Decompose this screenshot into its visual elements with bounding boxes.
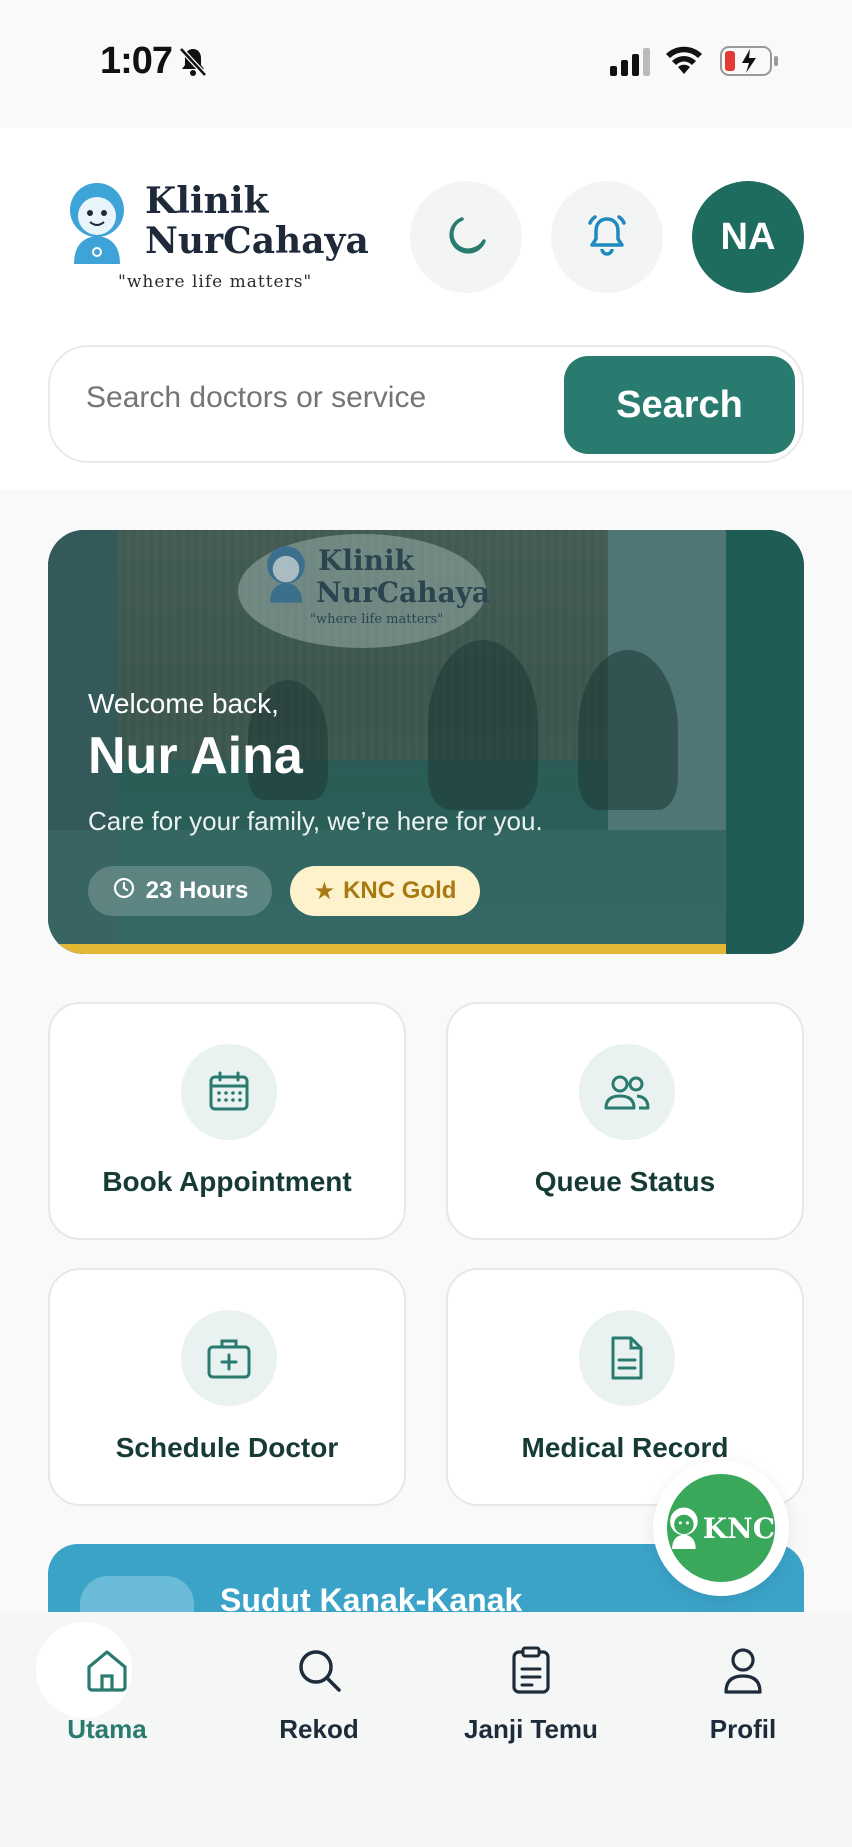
knc-chat-button[interactable]: KNC xyxy=(653,1460,789,1596)
nav-item-janji-temu[interactable]: Janji Temu xyxy=(446,1612,616,1762)
user-avatar[interactable]: NA xyxy=(692,181,804,293)
status-bar: 1:07 xyxy=(0,0,852,120)
nav-item-rekod[interactable]: Rekod xyxy=(234,1612,404,1762)
nav-label: Rekod xyxy=(279,1714,359,1744)
book-appointment-tile[interactable]: Book Appointment xyxy=(48,1002,406,1240)
search-button[interactable]: Search xyxy=(564,356,795,454)
tile-label: Medical Record xyxy=(521,1432,729,1463)
dark-mode-button[interactable] xyxy=(410,181,522,293)
signal-icon xyxy=(610,48,652,81)
users-icon xyxy=(579,1044,675,1140)
logo-name-line2: NurCahaya xyxy=(145,220,369,262)
app-header: Klinik NurCahaya "where life matters" NA… xyxy=(0,128,852,490)
queue-status-tile[interactable]: Queue Status xyxy=(446,1002,804,1240)
logo-tagline: "where life matters" xyxy=(118,272,313,292)
nav-item-profil[interactable]: Profil xyxy=(658,1612,828,1762)
star-icon: ★ xyxy=(313,877,336,905)
user-icon xyxy=(722,1642,764,1698)
calendar-icon xyxy=(181,1044,277,1140)
hours-text: 23 Hours xyxy=(145,877,249,904)
clock-icon xyxy=(112,876,136,907)
nav-item-utama[interactable]: Utama xyxy=(22,1612,192,1762)
welcome-banner: Klinik NurCahaya "where life matters" We… xyxy=(48,530,804,954)
hero-accent-bar xyxy=(48,944,726,954)
logo-name-line1: Klinik xyxy=(145,180,269,222)
wifi-icon xyxy=(664,44,704,81)
sign-line1: Klinik xyxy=(318,544,415,577)
search-bar: Search xyxy=(48,345,804,463)
battery-icon xyxy=(720,46,780,81)
welcome-subtitle: Care for your family, we’re here for you… xyxy=(88,806,543,836)
notifications-button[interactable] xyxy=(551,181,663,293)
user-name: Nur Aina xyxy=(88,727,303,785)
welcome-text: Welcome back, xyxy=(88,688,279,719)
sign-logo-icon xyxy=(264,544,308,609)
bell-icon xyxy=(581,209,633,266)
fab-label: KNC xyxy=(702,1511,775,1545)
nav-label: Utama xyxy=(67,1714,147,1744)
knc-mascot-icon: KNC xyxy=(667,1474,775,1582)
tile-label: Queue Status xyxy=(534,1166,716,1197)
bottom-navigation: Utama Rekod Janji Temu Profil xyxy=(0,1612,852,1847)
hours-badge: 23 Hours xyxy=(88,866,272,916)
status-time: 1:07 xyxy=(100,40,173,82)
silent-mode-icon xyxy=(178,46,208,83)
search-icon xyxy=(295,1642,343,1698)
search-input[interactable] xyxy=(86,381,546,415)
sign-line2: NurCahaya xyxy=(316,576,491,609)
clinic-logo-icon xyxy=(66,180,128,271)
nav-label: Profil xyxy=(709,1714,777,1744)
tile-label: Schedule Doctor xyxy=(115,1432,339,1463)
nav-label: Janji Temu xyxy=(464,1714,598,1744)
clipboard-icon xyxy=(509,1642,553,1698)
tile-label: Book Appointment xyxy=(102,1166,352,1197)
home-icon xyxy=(84,1642,130,1698)
app-screen: 1:07 Klinik NurCahaya "where life matter… xyxy=(0,0,852,1847)
membership-text: KNC Gold xyxy=(343,877,457,904)
document-icon xyxy=(579,1310,675,1406)
moon-icon xyxy=(442,211,490,264)
membership-badge: ★ KNC Gold xyxy=(290,866,480,916)
sign-tagline: "where life matters" xyxy=(310,612,444,627)
medical-kit-icon xyxy=(181,1310,277,1406)
schedule-doctor-tile[interactable]: Schedule Doctor xyxy=(48,1268,406,1506)
